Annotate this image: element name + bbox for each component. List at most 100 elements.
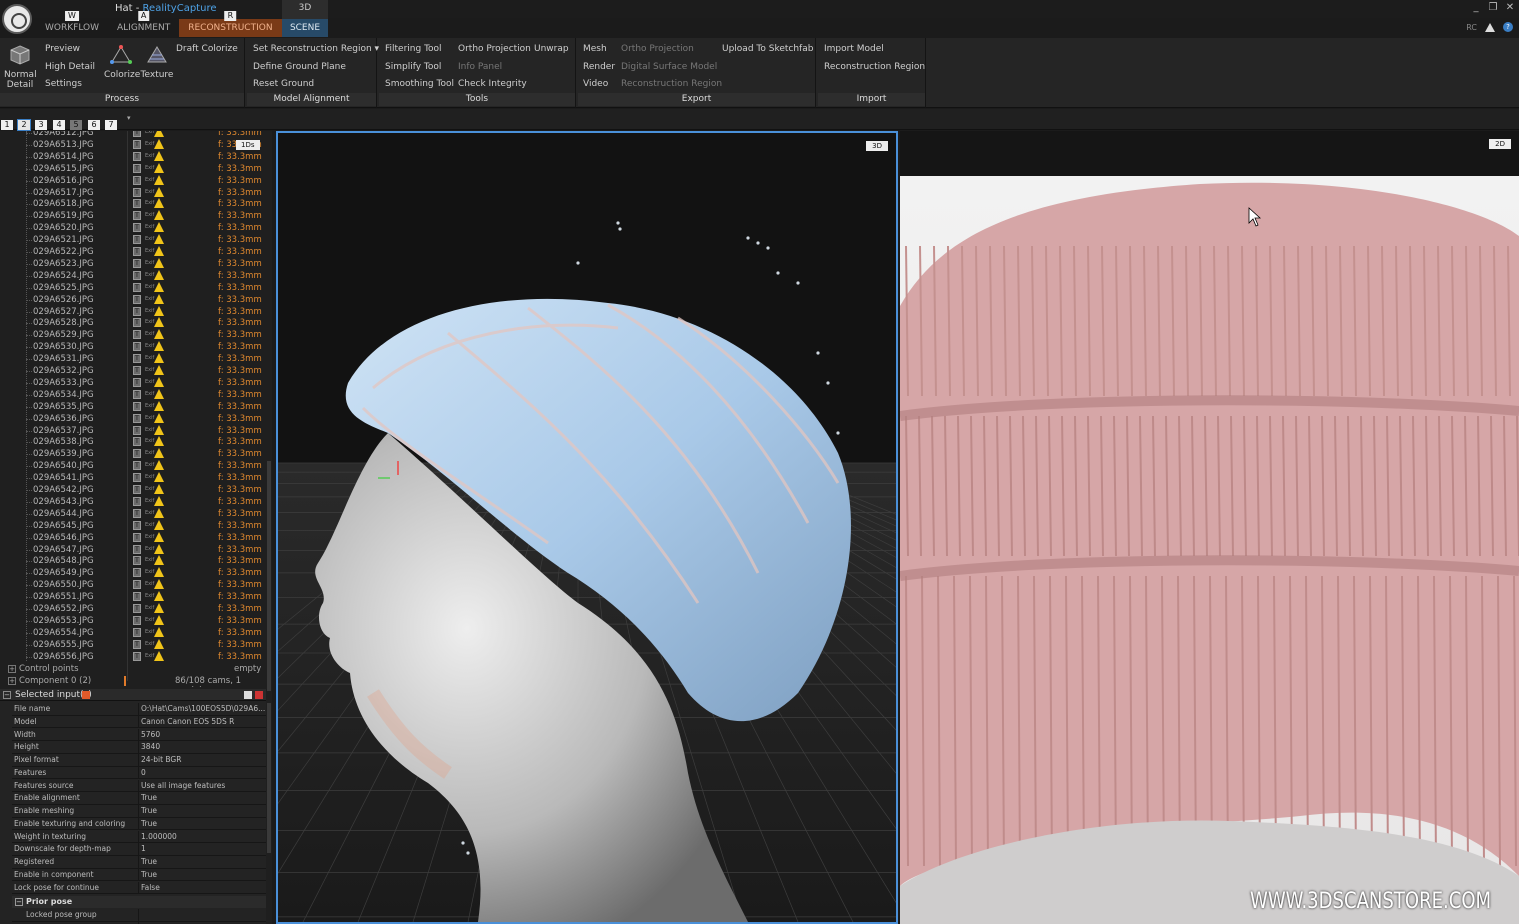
warning-icon[interactable]: [154, 400, 164, 411]
warning-icon[interactable]: [154, 543, 164, 554]
layout-2-button[interactable]: 2: [17, 119, 31, 131]
texture-flag-icon[interactable]: T: [133, 306, 141, 316]
tree-item-image[interactable]: 029A6548.JPG T Exif f: 33.3mm: [0, 555, 266, 567]
tree-item-image[interactable]: 029A6513.JPGTExiff: 33.3mm: [0, 138, 266, 151]
import-reconstruction-region-button[interactable]: Reconstruction Region: [824, 62, 925, 72]
texture-flag-icon[interactable]: T: [133, 627, 141, 637]
texture-flag-icon[interactable]: T: [133, 413, 141, 423]
texture-flag-icon[interactable]: T: [133, 556, 141, 566]
warning-icon[interactable]: [154, 341, 164, 352]
tree-item-image[interactable]: 029A6532.JPG T Exif f: 33.3mm: [0, 365, 266, 377]
texture-flag-icon[interactable]: T: [133, 318, 141, 328]
texture-flag-icon[interactable]: T: [133, 151, 141, 161]
export-reconstruction-region-button[interactable]: Reconstruction Region: [621, 79, 722, 89]
property-value[interactable]: Canon Canon EOS 5DS R: [141, 717, 265, 726]
warning-icon[interactable]: [154, 131, 164, 137]
view-tag-3d[interactable]: 3D: [866, 141, 888, 151]
tree-item-image[interactable]: 029A6531.JPG T Exif f: 33.3mm: [0, 353, 266, 365]
warning-icon[interactable]: [154, 567, 164, 578]
property-value[interactable]: True: [141, 806, 265, 815]
texture-flag-icon[interactable]: T: [133, 282, 141, 292]
float-panel-icon[interactable]: [244, 691, 252, 699]
tree-item-image[interactable]: 029A6534.JPG T Exif f: 33.3mm: [0, 388, 266, 401]
texture-flag-icon[interactable]: T: [133, 401, 141, 411]
layout-5-button[interactable]: 5: [70, 120, 82, 130]
unwrap-button[interactable]: Unwrap: [534, 44, 569, 54]
warning-icon[interactable]: [154, 579, 164, 590]
warning-icon[interactable]: [154, 257, 164, 268]
layout-more-icon[interactable]: ▾: [127, 114, 131, 122]
tree-item-image[interactable]: 029A6535.JPG T Exif f: 33.3mm: [0, 400, 266, 413]
layout-6-button[interactable]: 6: [88, 120, 100, 130]
2d-viewport[interactable]: 2D WWW.3DSCANSTORE.COM: [900, 131, 1519, 924]
tree-item-image[interactable]: 029A6543.JPG T Exif f: 33.3mm: [0, 495, 266, 508]
warning-icon[interactable]: [154, 281, 164, 292]
property-row[interactable]: Weight in texturing 1.000000: [12, 830, 266, 844]
layout-1-button[interactable]: 1: [1, 120, 13, 130]
tree-item-image[interactable]: 029A6553.JPG T Exif f: 33.3mm: [0, 614, 266, 627]
tree-item-image[interactable]: 029A6529.JPG T Exif f: 33.3mm: [0, 329, 266, 341]
filtering-tool-button[interactable]: Filtering Tool: [385, 44, 442, 54]
property-row[interactable]: Enable in component True: [12, 868, 266, 882]
collapse-icon[interactable]: −: [3, 691, 11, 699]
property-value[interactable]: True: [141, 819, 265, 828]
property-row[interactable]: Model Canon Canon EOS 5DS R: [12, 715, 266, 729]
tree-item-image[interactable]: 029A6547.JPG T Exif f: 33.3mm: [0, 543, 266, 556]
3d-viewport[interactable]: 3D: [276, 131, 898, 924]
warning-icon[interactable]: [154, 412, 164, 423]
property-value[interactable]: O:\Hat\Cams\100EOS5D\029A6...: [141, 704, 265, 713]
texture-flag-icon[interactable]: T: [133, 366, 141, 375]
texture-flag-icon[interactable]: T: [133, 639, 141, 649]
property-row[interactable]: Lock pose for continue False: [12, 881, 266, 895]
property-value[interactable]: 5760: [141, 730, 265, 739]
texture-flag-icon[interactable]: T: [133, 377, 141, 387]
property-row[interactable]: Locked pose group: [12, 909, 266, 922]
close-button[interactable]: ✕: [1505, 2, 1515, 13]
tree-item-image[interactable]: 029A6517.JPG T Exif f: 33.3mm: [0, 186, 266, 199]
help-icon[interactable]: ?: [1503, 22, 1513, 32]
warning-icon[interactable]: [154, 650, 164, 661]
tab-alignment[interactable]: A ALIGNMENT: [108, 11, 179, 37]
property-row[interactable]: File name O:\Hat\Cams\100EOS5D\029A6...: [12, 703, 266, 716]
warning-icon[interactable]: [154, 234, 164, 245]
texture-flag-icon[interactable]: T: [133, 485, 141, 494]
texture-flag-icon[interactable]: T: [133, 294, 141, 304]
warning-icon[interactable]: [154, 448, 164, 459]
texture-flag-icon[interactable]: T: [133, 223, 141, 233]
export-dsm-button[interactable]: Digital Surface Model: [621, 62, 717, 72]
warning-icon[interactable]: [154, 638, 164, 649]
high-detail-button[interactable]: High Detail: [45, 62, 95, 72]
warning-icon[interactable]: [154, 353, 164, 364]
texture-flag-icon[interactable]: T: [133, 473, 141, 483]
check-integrity-button[interactable]: Check Integrity: [458, 79, 527, 89]
tree-item-image[interactable]: 029A6555.JPG T Exif f: 33.3mm: [0, 638, 266, 651]
property-value[interactable]: True: [141, 793, 265, 802]
warning-icon[interactable]: [154, 591, 164, 602]
warning-icon[interactable]: [154, 472, 164, 483]
texture-flag-icon[interactable]: T: [133, 270, 141, 280]
warning-icon[interactable]: [154, 293, 164, 304]
tree-item-image[interactable]: 029A6556.JPG T Exif f: 33.3mm: [0, 650, 266, 663]
tree-item-component[interactable]: + Component 0 (2): [8, 676, 91, 686]
property-value[interactable]: Use all image features: [141, 781, 265, 790]
tree-item-image[interactable]: 029A6520.JPG T Exif f: 33.3mm: [0, 222, 266, 234]
tree-item-image[interactable]: 029A6521.JPG T Exif f: 33.3mm: [0, 234, 266, 246]
export-render-button[interactable]: Render: [583, 62, 615, 72]
warning-icon[interactable]: [154, 365, 164, 375]
tree-item-image[interactable]: 029A6541.JPG T Exif f: 33.3mm: [0, 472, 266, 484]
texture-flag-icon[interactable]: T: [133, 342, 141, 352]
normal-detail-button[interactable]: Normal Detail: [4, 44, 37, 90]
close-panel-icon[interactable]: [255, 691, 263, 699]
warning-icon[interactable]: [154, 376, 164, 387]
property-row[interactable]: Enable alignment True: [12, 792, 266, 805]
property-value[interactable]: 3840: [141, 742, 265, 751]
texture-flag-icon[interactable]: T: [133, 258, 141, 268]
tree-item-image[interactable]: 029A6523.JPG T Exif f: 33.3mm: [0, 257, 266, 270]
texture-flag-icon[interactable]: T: [133, 568, 141, 578]
tree-item-image[interactable]: 029A6546.JPG T Exif f: 33.3mm: [0, 531, 266, 544]
tab-scene[interactable]: SCENE: [282, 19, 328, 37]
tree-item-image[interactable]: 029A6537.JPG T Exif f: 33.3mm: [0, 424, 266, 437]
tree-item-image[interactable]: 029A6515.JPG T Exif f: 33.3mm: [0, 162, 266, 175]
warning-icon[interactable]: [154, 460, 164, 471]
tree-item-image[interactable]: 029A6514.JPG T Exif f: 33.3mm: [0, 150, 266, 163]
